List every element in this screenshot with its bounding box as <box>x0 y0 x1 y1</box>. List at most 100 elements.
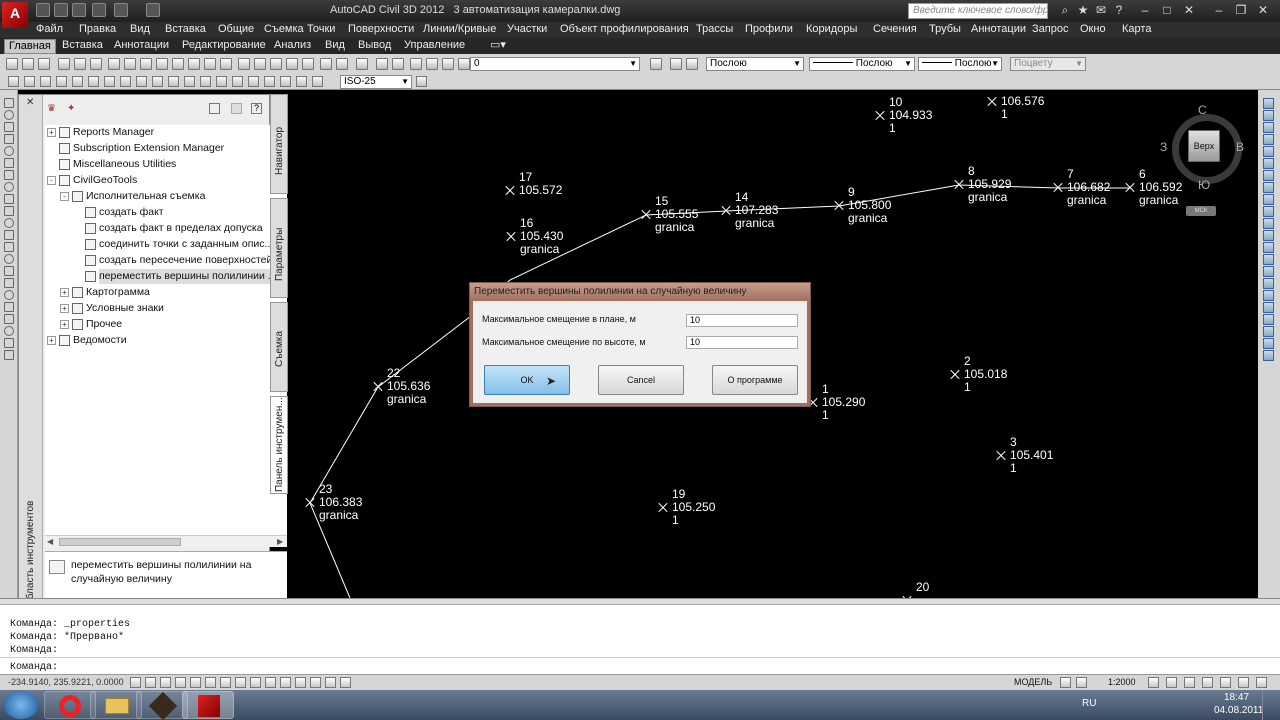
toolbar-tool-icon[interactable] <box>108 58 120 70</box>
survey-point-marker[interactable] <box>950 370 960 380</box>
modify-tool-icon[interactable] <box>1263 182 1274 193</box>
dimension-tool-icon[interactable] <box>120 76 131 87</box>
menu-item[interactable]: Трассы <box>696 23 733 35</box>
search-input[interactable]: Введите ключевое слово/фразу <box>908 3 1048 19</box>
maximize-button[interactable]: □ <box>1158 2 1176 19</box>
tree-item[interactable]: Subscription Extension Manager <box>73 141 226 156</box>
menu-item[interactable]: Карта <box>1122 23 1151 35</box>
draw-tool-icon[interactable] <box>4 158 14 168</box>
expand-icon[interactable]: + <box>60 288 69 297</box>
dimension-tool-icon[interactable] <box>184 76 195 87</box>
print-icon[interactable] <box>92 3 106 17</box>
undo-icon[interactable] <box>114 3 128 17</box>
language-indicator[interactable]: RU <box>1082 698 1096 709</box>
new-icon[interactable] <box>36 3 50 17</box>
status-tool-icon[interactable] <box>1256 677 1267 688</box>
save-icon[interactable] <box>72 3 86 17</box>
viewcube-top-face[interactable]: Верх <box>1188 130 1220 162</box>
draw-tool-icon[interactable] <box>4 218 14 228</box>
draw-tool-icon[interactable] <box>4 230 14 240</box>
ribbon-tab[interactable]: Управление <box>400 39 469 54</box>
about-button[interactable]: О программе <box>712 365 798 395</box>
ribbon-tab[interactable]: Редактирование <box>178 39 270 54</box>
close-button[interactable]: ✕ <box>1180 2 1198 19</box>
autocad-taskbar-button[interactable] <box>182 691 234 719</box>
modify-tool-icon[interactable] <box>1263 134 1274 145</box>
dimension-style-icon[interactable] <box>416 76 427 87</box>
survey-point-marker[interactable] <box>954 180 964 190</box>
minimize-button[interactable]: – <box>1136 2 1154 19</box>
toolbar-tool-icon[interactable] <box>140 58 152 70</box>
draw-tool-icon[interactable] <box>4 122 14 132</box>
survey-point-marker[interactable] <box>505 186 515 196</box>
modify-tool-icon[interactable] <box>1263 218 1274 229</box>
palette-home-icon[interactable]: ♛ <box>47 103 61 115</box>
tab-survey[interactable]: Съемка <box>270 302 288 392</box>
ribbon-tab[interactable]: Вывод <box>354 39 395 54</box>
modify-tool-icon[interactable] <box>1263 110 1274 121</box>
horizontal-offset-field[interactable]: 10 <box>686 314 798 327</box>
clock-date[interactable]: 04.08.2011 <box>1214 705 1263 716</box>
draw-tool-icon[interactable] <box>4 266 14 276</box>
menu-item[interactable]: Поверхности <box>348 23 414 35</box>
doc-close-button[interactable]: ✕ <box>1254 2 1272 19</box>
menu-item[interactable]: Профили <box>745 23 793 35</box>
menu-item[interactable]: Съемка <box>264 23 304 35</box>
draw-tool-icon[interactable] <box>4 338 14 348</box>
menu-item[interactable]: Запрос <box>1032 23 1068 35</box>
status-tool-icon[interactable] <box>1220 677 1231 688</box>
expand-icon[interactable]: + <box>47 336 56 345</box>
toolbar-tool-icon[interactable] <box>58 58 70 70</box>
vertical-offset-field[interactable]: 10 <box>686 336 798 349</box>
status-tool-icon[interactable] <box>1238 677 1249 688</box>
draw-tool-icon[interactable] <box>4 302 14 312</box>
close-icon[interactable]: ✕ <box>26 98 36 108</box>
ucs-menu-button[interactable]: МСК <box>1186 206 1216 216</box>
dimension-tool-icon[interactable] <box>56 76 67 87</box>
dimension-tool-icon[interactable] <box>136 76 147 87</box>
ribbon-tab[interactable]: Вставка <box>58 39 107 54</box>
linetype-combo[interactable]: Послою ▼ <box>809 57 915 71</box>
tree-item[interactable]: Прочее <box>86 317 124 332</box>
modify-tool-icon[interactable] <box>1263 302 1274 313</box>
draw-tool-icon[interactable] <box>4 206 14 216</box>
drafting-toggle-icon[interactable] <box>190 677 201 688</box>
cancel-button[interactable]: Cancel <box>598 365 684 395</box>
toolbar-tool-icon[interactable] <box>458 58 470 70</box>
expand-icon[interactable]: + <box>60 304 69 313</box>
palette-view-icon[interactable] <box>231 103 242 114</box>
toolbar-tool-icon[interactable] <box>90 58 102 70</box>
menu-item[interactable]: Общие <box>218 23 254 35</box>
modify-tool-icon[interactable] <box>1263 338 1274 349</box>
tree-item[interactable]: создать факт <box>99 205 166 220</box>
clock-time[interactable]: 18:47 <box>1224 692 1249 703</box>
modify-tool-icon[interactable] <box>1263 254 1274 265</box>
toolbar-tool-icon[interactable] <box>302 58 314 70</box>
tab-navigator[interactable]: Навигатор <box>270 94 288 194</box>
modify-tool-icon[interactable] <box>1263 314 1274 325</box>
tree-item[interactable]: Ведомости <box>73 333 129 348</box>
palette-options-icon[interactable] <box>209 103 220 114</box>
toolbar-tool-icon[interactable] <box>204 58 216 70</box>
lineweight-combo[interactable]: Послою ▼ <box>918 57 1002 71</box>
toolbar-tool-icon[interactable] <box>220 58 232 70</box>
toolbar-tool-icon[interactable] <box>172 58 184 70</box>
help-icon[interactable]: ? <box>251 103 262 114</box>
survey-point-marker[interactable] <box>641 210 651 220</box>
toolbar-tool-icon[interactable] <box>156 58 168 70</box>
collapse-icon[interactable]: - <box>60 192 69 201</box>
menu-item[interactable]: Правка <box>79 23 116 35</box>
tree-item[interactable]: Miscellaneous Utilities <box>73 157 178 172</box>
dimension-tool-icon[interactable] <box>24 76 35 87</box>
dimension-tool-icon[interactable] <box>8 76 19 87</box>
menu-item[interactable]: Вставка <box>165 23 206 35</box>
app-taskbar-button[interactable] <box>136 691 188 720</box>
help-icon[interactable]: ? <box>1110 2 1128 19</box>
draw-tool-icon[interactable] <box>4 242 14 252</box>
status-tool-icon[interactable] <box>1148 677 1159 688</box>
dimension-tool-icon[interactable] <box>168 76 179 87</box>
status-tool-icon[interactable] <box>1060 677 1071 688</box>
drafting-toggle-icon[interactable] <box>160 677 171 688</box>
toolbar-tool-icon[interactable] <box>356 58 368 70</box>
modify-tool-icon[interactable] <box>1263 98 1274 109</box>
